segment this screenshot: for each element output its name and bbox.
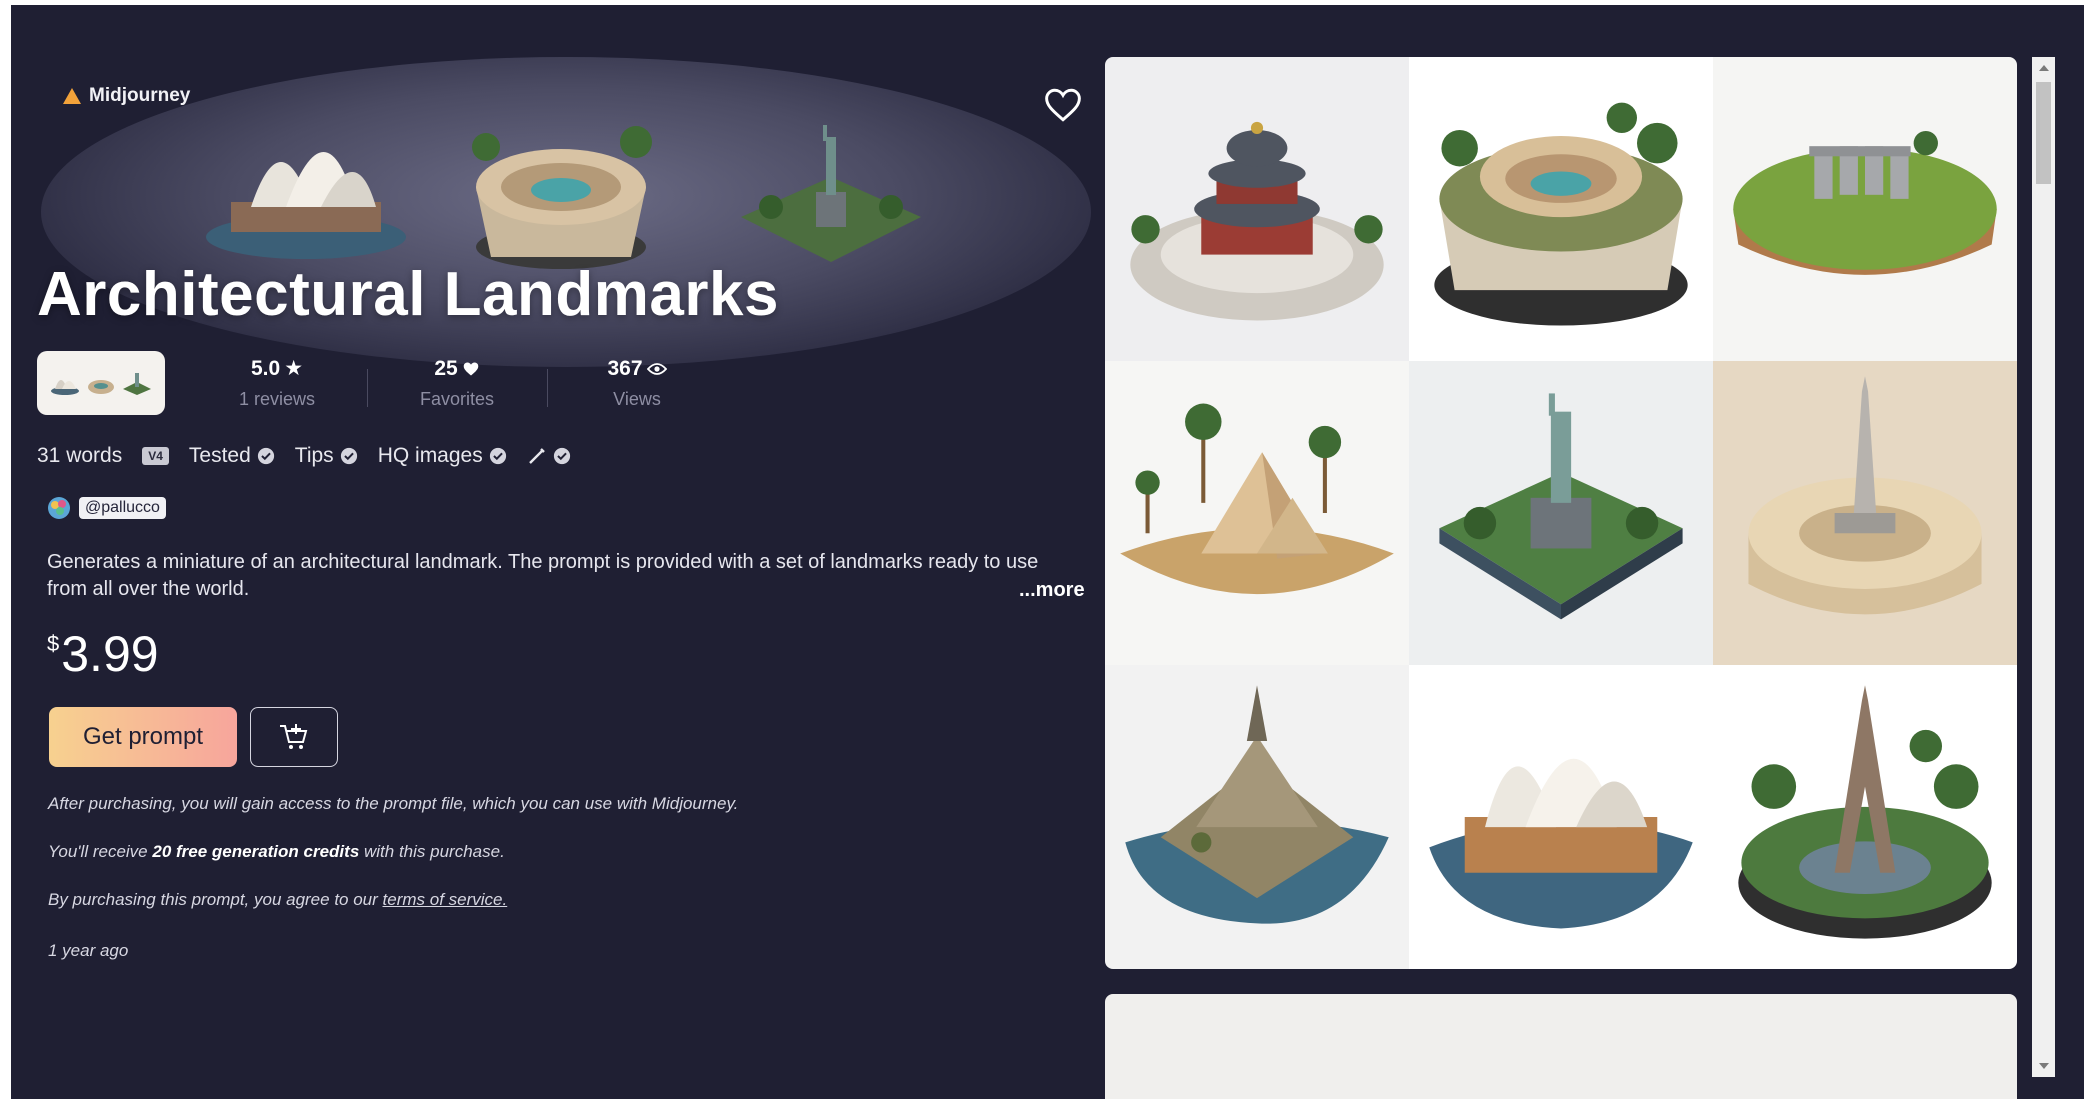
hero-image-colosseum <box>472 126 652 269</box>
word-count-text: 31 words <box>37 444 123 467</box>
price-value: 3.99 <box>61 626 159 682</box>
credits-note: You'll receive 20 free generation credit… <box>48 842 505 862</box>
terms-prefix: By purchasing this prompt, you agree to … <box>48 890 383 909</box>
terms-of-service-link[interactable]: terms of service. <box>383 890 508 909</box>
gallery-image-pyramids-art <box>1105 361 1409 665</box>
scroll-up-arrow-icon[interactable] <box>2039 65 2049 71</box>
cart-plus-icon <box>280 724 308 749</box>
gallery-image-eiffel-tower[interactable] <box>1713 665 2017 969</box>
get-prompt-button[interactable]: Get prompt <box>49 707 237 767</box>
credits-prefix: You'll receive <box>48 842 153 861</box>
price: $3.99 <box>47 625 159 683</box>
word-count: 31 words V4 <box>37 444 169 468</box>
views-stat: 367 Views <box>547 357 727 410</box>
gallery-image-mont-art <box>1105 665 1409 969</box>
gallery-image-stonehenge-art <box>1713 57 2017 361</box>
favorites-stat: 25 Favorites <box>367 357 547 410</box>
gallery-image-burj-art <box>1713 361 2017 665</box>
verified-check-icon <box>489 447 506 465</box>
gallery-image-stonehenge[interactable] <box>1713 57 2017 361</box>
preview-thumbnail[interactable] <box>37 351 165 415</box>
hero-image-opera <box>206 152 406 259</box>
read-more-link[interactable]: ...more <box>1019 579 1085 602</box>
page-frame: Midjourney Architectural Landmarks 5.0 ★ … <box>11 5 2084 1099</box>
page-title: Architectural Landmarks <box>37 260 779 329</box>
gallery-image-temple <box>1105 57 1409 361</box>
tips-badge: Tips <box>295 444 358 468</box>
rating-stat: 5.0 ★ 1 reviews <box>187 356 367 410</box>
rating-value: 5.0 <box>250 356 281 380</box>
eye-icon <box>646 362 667 375</box>
favorites-value: 25 <box>434 356 458 380</box>
star-icon: ★ <box>284 357 304 380</box>
thumbnail-opera <box>51 380 79 395</box>
favorite-heart-button[interactable] <box>1043 87 1083 123</box>
prompt-meta-badges: 31 words V4 Tested Tips HQ images <box>37 444 571 468</box>
scrollbar-thumb[interactable] <box>2036 82 2051 184</box>
gallery-image-eiffel-art <box>1713 665 2017 969</box>
version-tag: V4 <box>142 447 169 465</box>
posted-time: 1 year ago <box>48 941 129 960</box>
verified-check-icon <box>257 447 274 465</box>
hero-image-liberty <box>741 125 921 262</box>
gallery-image-pyramids[interactable] <box>1105 361 1409 665</box>
credits-suffix: with this purchase. <box>359 842 505 861</box>
image-gallery <box>1105 57 2017 969</box>
thumbnail-liberty <box>123 373 151 395</box>
next-gallery-card <box>1105 994 2017 1099</box>
thumbnail-colosseum <box>88 380 114 394</box>
author-handle[interactable]: @pallucco <box>79 497 166 519</box>
hq-images-label: HQ images <box>377 444 483 467</box>
platform-tag: Midjourney <box>63 85 190 107</box>
credits-amount: 20 free generation credits <box>152 842 360 861</box>
views-label: Views <box>613 388 661 409</box>
gallery-image-burj-khalifa[interactable] <box>1713 361 2017 665</box>
description: Generates a miniature of an architectura… <box>47 551 1039 600</box>
pencil-icon <box>528 448 545 464</box>
heart-filled-icon <box>463 361 478 376</box>
verified-check-icon <box>553 447 570 465</box>
gallery-image-sydney-opera-house[interactable] <box>1409 665 1713 969</box>
platform-name: Midjourney <box>89 85 191 106</box>
author-row[interactable]: @pallucco <box>47 496 166 520</box>
tested-label: Tested <box>188 444 251 467</box>
views-value: 367 <box>607 356 643 380</box>
terms-note: By purchasing this prompt, you agree to … <box>48 890 507 910</box>
rating-label: 1 reviews <box>238 389 316 409</box>
gallery-image-liberty-art <box>1409 361 1713 665</box>
gallery-image-colosseum[interactable] <box>1409 57 1713 361</box>
tested-badge: Tested <box>189 444 275 468</box>
hq-images-badge: HQ images <box>378 444 507 468</box>
gallery-image-mont-saint-michel[interactable] <box>1105 665 1409 969</box>
tips-label: Tips <box>294 444 334 467</box>
edit-badge <box>527 446 571 466</box>
gallery-image-temple-of-heaven[interactable] <box>1105 57 1409 361</box>
heart-icon <box>1045 88 1081 122</box>
gallery-image-colosseum-art <box>1409 57 1713 361</box>
verified-check-icon <box>340 447 357 465</box>
gallery-image-opera-art <box>1409 665 1713 969</box>
author-avatar <box>48 497 70 519</box>
favorites-label: Favorites <box>419 388 495 409</box>
page-scrollbar[interactable] <box>2032 57 2055 1077</box>
purchase-access-note: After purchasing, you will gain access t… <box>48 794 739 813</box>
price-currency: $ <box>47 631 60 656</box>
midjourney-logo-icon <box>63 88 81 104</box>
scroll-down-arrow-icon[interactable] <box>2039 1063 2049 1069</box>
add-to-cart-button[interactable] <box>250 707 338 767</box>
gallery-image-statue-of-liberty[interactable] <box>1409 361 1713 665</box>
stats-row: 5.0 ★ 1 reviews 25 Favorites 367 Views <box>37 351 727 415</box>
